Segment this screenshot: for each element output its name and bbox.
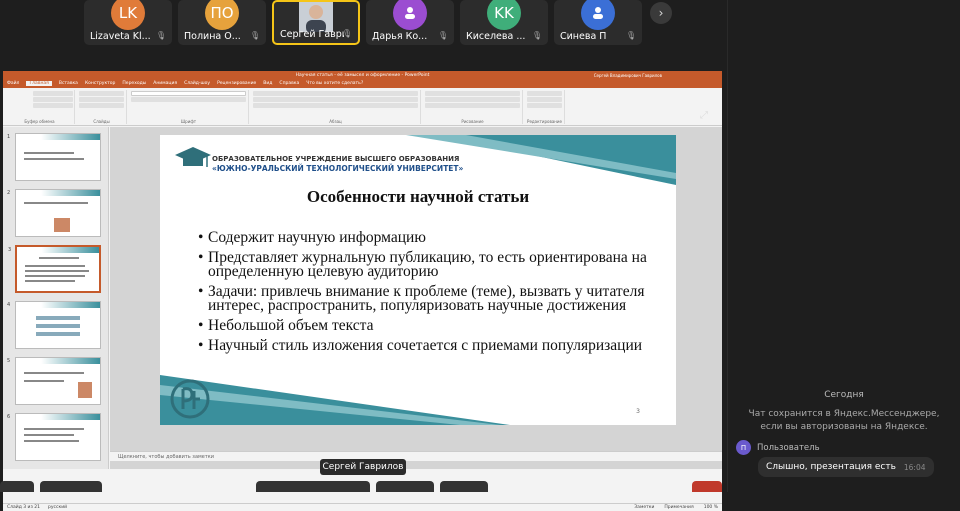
mic-muted-icon: 🎙	[156, 31, 167, 40]
chat-message: Слышно, презентация есть 16:04	[758, 457, 934, 477]
participant-tile[interactable]: LK Lizaveta Kl... 🎙	[84, 0, 172, 45]
participant-name: Lizaveta Kl...	[90, 31, 151, 42]
ppt-menubar: Файл Главная Вставка Конструктор Переход…	[3, 79, 722, 88]
participant-name: Полина О...	[184, 31, 241, 42]
control-button[interactable]	[0, 481, 34, 492]
ppt-ribbon: Буфер обмена Слайды Шрифт Абзац Рисовани…	[3, 88, 722, 126]
slide-editor: ОБРАЗОВАТЕЛЬНОЕ УЧРЕЖДЕНИЕ ВЫСШЕГО ОБРАЗ…	[110, 127, 722, 469]
end-call-button[interactable]	[692, 481, 722, 492]
menu-insert[interactable]: Вставка	[59, 81, 78, 86]
slide-bullet: Представляет журнальную публикацию, то е…	[198, 250, 648, 280]
mic-muted-icon: 🎙	[438, 31, 449, 40]
slide-thumbnail[interactable]: 4	[7, 301, 101, 349]
participant-name: Дарья Ко...	[372, 31, 428, 42]
slide-bullet: Небольшой объем текста	[198, 318, 648, 334]
university-name: ОБРАЗОВАТЕЛЬНОЕ УЧРЕЖДЕНИЕ ВЫСШЕГО ОБРАЗ…	[212, 155, 464, 173]
language-indicator[interactable]: русский	[48, 505, 67, 510]
menu-home[interactable]: Главная	[26, 81, 52, 86]
chat-notice: Чат сохранится в Яндекс.Мессенджере, есл…	[748, 409, 940, 432]
user-icon	[581, 0, 615, 30]
zoom-level[interactable]: 100 %	[704, 505, 718, 510]
avatar: П	[736, 440, 751, 455]
participant-name: Сергей Гаври...	[280, 29, 344, 40]
menu-transitions[interactable]: Переходы	[122, 81, 146, 86]
chat-message-author: П Пользователь	[736, 440, 820, 455]
participant-tile[interactable]: Синева П 🎙	[554, 0, 642, 45]
control-button[interactable]	[40, 481, 102, 492]
slide-bullet: Задачи: привлечь внимание к проблеме (те…	[198, 284, 648, 314]
menu-animation[interactable]: Анимация	[153, 81, 177, 86]
slide-thumbnail[interactable]: 5	[7, 357, 101, 405]
screen-share-area: Научная статья - её замысел и оформление…	[0, 50, 727, 511]
menu-design[interactable]: Конструктор	[85, 81, 115, 86]
next-participants-button[interactable]: ›	[650, 2, 672, 24]
avatar: KK	[487, 0, 521, 30]
chat-date-divider: Сегодня	[824, 390, 864, 400]
avatar-photo	[299, 2, 333, 32]
university-emblem-icon	[170, 379, 210, 419]
avatar: ПО	[205, 0, 239, 30]
ribbon-group-paragraph: Абзац	[251, 90, 421, 124]
ribbon-group-slides: Слайды	[77, 90, 127, 124]
slide-thumbnail-selected[interactable]: 3	[8, 245, 101, 293]
notes-toggle[interactable]: Заметки	[634, 505, 654, 510]
menu-review[interactable]: Рецензирование	[217, 81, 256, 86]
ribbon-group-font: Шрифт	[129, 90, 249, 124]
ppt-statusbar: Слайд 3 из 21 русский Заметки Примечания…	[3, 503, 722, 511]
slide-page-number: 3	[636, 408, 640, 415]
ppt-titlebar: Научная статья - её замысел и оформление…	[3, 71, 722, 79]
slide-bullet-list: Содержит научную информацию Представляет…	[198, 230, 648, 359]
menu-slideshow[interactable]: Слайд-шоу	[184, 81, 210, 86]
slide-thumbnail[interactable]: 2	[7, 189, 101, 237]
participant-tile-active[interactable]: Сергей Гаври... 🎙	[272, 0, 360, 45]
participant-tile[interactable]: ПО Полина О... 🎙	[178, 0, 266, 45]
control-button[interactable]	[376, 481, 434, 492]
menu-view[interactable]: Вид	[263, 81, 272, 86]
participant-name: Синева П	[560, 31, 607, 42]
powerpoint-window: Научная статья - её замысел и оформление…	[3, 71, 722, 511]
ribbon-group-editing: Редактирование	[525, 90, 565, 124]
participant-name: Киселева ...	[466, 31, 526, 42]
ppt-user-name: Сергей Владимирович Гаврилов	[593, 72, 662, 78]
window-title: Научная статья - её замысел и оформление…	[295, 72, 430, 78]
control-button[interactable]	[256, 481, 370, 492]
slide-title: Особенности научной статьи	[306, 187, 530, 206]
slide-thumbnail[interactable]: 6	[7, 413, 101, 461]
person-photo-icon	[299, 2, 333, 32]
menu-help[interactable]: Справка	[279, 81, 299, 86]
avatar: LK	[111, 0, 145, 30]
speaker-label: Сергей Гаврилов	[320, 459, 406, 475]
chat-panel: Сегодня Чат сохранится в Яндекс.Мессендж…	[727, 0, 960, 492]
current-slide: ОБРАЗОВАТЕЛЬНОЕ УЧРЕЖДЕНИЕ ВЫСШЕГО ОБРАЗ…	[160, 135, 676, 425]
ribbon-group-drawing: Рисование	[423, 90, 523, 124]
menu-file[interactable]: Файл	[7, 81, 19, 86]
participant-tile[interactable]: Дарья Ко... 🎙	[366, 0, 454, 45]
fullscreen-icon[interactable]: ⤢	[700, 110, 714, 124]
mic-muted-icon: 🎙	[250, 31, 261, 40]
slide-teal-footer-shape	[160, 375, 510, 425]
slide-thumbnails-panel: 1 2 3 4 5 6	[3, 127, 109, 469]
mic-muted-icon: 🎙	[532, 31, 543, 40]
notes-pane[interactable]: Щелкните, чтобы добавить заметки	[110, 451, 722, 461]
slide-thumbnail[interactable]: 1	[7, 133, 101, 181]
tell-me-search[interactable]: Что вы хотите сделать?	[306, 81, 363, 86]
graduation-cap-logo-icon	[175, 147, 211, 167]
message-time: 16:04	[903, 462, 926, 472]
ribbon-group-clipboard: Буфер обмена	[5, 90, 75, 124]
author-name: Пользователь	[757, 442, 820, 453]
participants-strip: LK Lizaveta Kl... 🎙 ПО Полина О... 🎙 Сер…	[0, 0, 727, 48]
control-button[interactable]	[440, 481, 488, 492]
slide-bullet: Содержит научную информацию	[198, 230, 648, 246]
mic-muted-icon: 🎙	[342, 29, 353, 38]
user-icon	[393, 0, 427, 30]
mic-muted-icon: 🎙	[626, 31, 637, 40]
message-text: Слышно, презентация есть	[766, 462, 896, 472]
participant-tile[interactable]: KK Киселева ... 🎙	[460, 0, 548, 45]
slide-bullet: Научный стиль изложения сочетается с при…	[198, 338, 648, 354]
comments-toggle[interactable]: Примечания	[664, 505, 693, 510]
slide-counter: Слайд 3 из 21	[7, 505, 41, 510]
